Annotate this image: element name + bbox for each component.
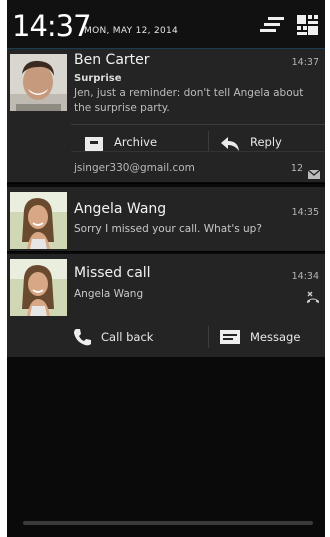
avatar: [10, 192, 67, 249]
notification-time: 14:35: [291, 207, 319, 218]
missed-call-icon: [307, 288, 319, 307]
notification-time: 14:34: [291, 271, 319, 282]
notification-email[interactable]: Ben Carter 14:37 Surprise Jen, just a re…: [7, 49, 325, 182]
call-back-button[interactable]: Call back: [72, 320, 153, 354]
account-divider: [71, 151, 325, 152]
phone-icon: [72, 327, 92, 347]
reply-label: Reply: [250, 135, 282, 149]
action-divider: [208, 131, 209, 151]
email-actions: Archive Reply: [67, 125, 325, 151]
call-actions: Call back Message: [67, 320, 325, 354]
card-separator: [7, 251, 325, 252]
shade-drag-handle[interactable]: [23, 521, 313, 525]
reply-button[interactable]: Reply: [219, 125, 282, 151]
message-button[interactable]: Message: [219, 320, 300, 354]
message-preview: Sorry I missed your call. What's up?: [74, 223, 262, 235]
message-label: Message: [250, 330, 301, 344]
email-subject: Surprise: [74, 73, 122, 84]
unread-count: 12: [290, 163, 303, 174]
email-icon: [307, 164, 321, 183]
reply-icon: [219, 132, 241, 151]
notification-message[interactable]: Angela Wang 14:35 Sorry I missed your ca…: [7, 187, 325, 251]
call-title: Missed call: [74, 265, 151, 281]
avatar: [10, 259, 67, 316]
clock: 14:37: [12, 9, 92, 43]
archive-icon: [83, 132, 105, 151]
clear-all-icon[interactable]: [259, 12, 287, 38]
account-email: jsinger330@gmail.com: [74, 162, 195, 174]
shade-header: 14:37 MON, MAY 12, 2014: [7, 0, 325, 48]
message-icon: [219, 328, 241, 346]
email-preview: Jen, just a reminder: don't tell Angela …: [74, 87, 304, 114]
call-back-label: Call back: [101, 330, 154, 344]
archive-label: Archive: [114, 135, 158, 149]
quick-settings-icon[interactable]: [295, 12, 323, 38]
action-divider: [208, 326, 209, 348]
date: MON, MAY 12, 2014: [84, 26, 179, 36]
archive-button[interactable]: Archive: [83, 125, 157, 151]
notification-shade: 14:37 MON, MAY 12, 2014 Ben Carter 14:37…: [7, 0, 325, 537]
avatar: [10, 54, 67, 111]
sender-name: Ben Carter: [74, 52, 150, 68]
caller-name: Angela Wang: [74, 288, 144, 300]
sender-name: Angela Wang: [74, 201, 167, 217]
card-separator: [7, 183, 325, 184]
notification-time: 14:37: [291, 57, 319, 68]
notification-missed-call[interactable]: Missed call 14:34 Angela Wang Call back: [7, 254, 325, 357]
